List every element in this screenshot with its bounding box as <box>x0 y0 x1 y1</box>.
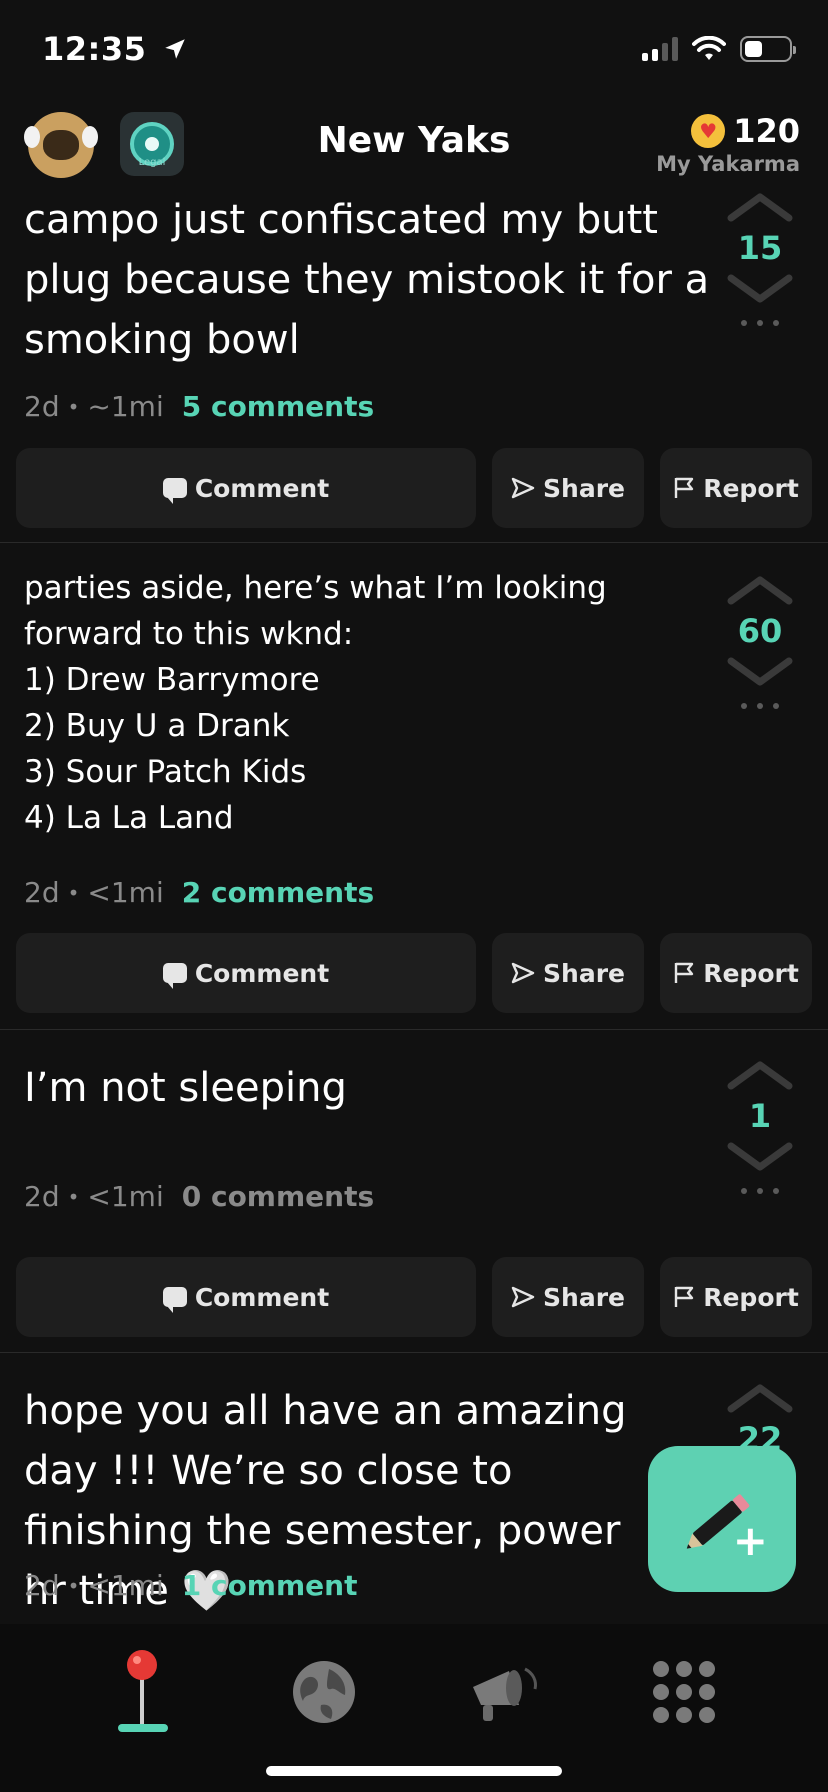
home-indicator <box>266 1766 562 1776</box>
comments-link[interactable]: 2 comments <box>182 876 374 909</box>
comment-button[interactable]: Comment <box>16 933 476 1013</box>
share-label: Share <box>543 473 625 503</box>
downvote-icon[interactable] <box>727 657 793 687</box>
report-label: Report <box>703 958 799 988</box>
report-flag-icon <box>675 477 694 498</box>
post[interactable]: I’m not sleeping 1 2d • <1mi 0 comments … <box>0 1030 828 1353</box>
vote-count: 60 <box>737 612 783 650</box>
share-label: Share <box>543 1282 625 1312</box>
header: Legal New Yaks ♥ 120 My Yakarma <box>0 100 828 190</box>
post-age: 2d <box>24 876 60 909</box>
post-text: parties aside, here’s what I’m looking f… <box>24 570 607 836</box>
share-icon <box>511 1286 535 1308</box>
nav-active-indicator <box>118 1724 168 1732</box>
plus-icon: + <box>732 1516 768 1565</box>
feed: campo just confiscated my butt plug beca… <box>0 190 828 1623</box>
comment-icon <box>162 478 187 504</box>
comment-label: Comment <box>194 1282 330 1312</box>
nav-announcements[interactable] <box>454 1642 554 1742</box>
share-button[interactable]: Share <box>492 448 644 528</box>
meta-separator: • <box>67 1184 80 1209</box>
screen: 12:35 Legal New Yaks ♥ 120 My Yakarma ca… <box>0 0 828 1792</box>
report-flag-icon <box>675 962 694 983</box>
post-meta: 2d • <1mi 1 comment <box>24 1569 357 1602</box>
post-actions: Comment Share Report <box>16 933 812 1013</box>
report-label: Report <box>703 473 799 503</box>
meta-separator: • <box>67 394 80 419</box>
comments-link[interactable]: 1 comment <box>182 1569 358 1602</box>
status-bar: 12:35 <box>0 0 828 100</box>
comment-icon <box>162 963 187 989</box>
upvote-icon[interactable] <box>727 575 793 605</box>
report-button[interactable]: Report <box>660 1257 812 1337</box>
share-icon <box>511 962 535 984</box>
post-meta: 2d • <1mi 2 comments <box>24 876 374 909</box>
vote-count: 1 <box>748 1097 772 1135</box>
post-text: I’m not sleeping <box>24 1065 347 1111</box>
upvote-icon[interactable] <box>727 1383 793 1413</box>
post-age: 2d <box>24 1569 60 1602</box>
report-flag-icon <box>675 1286 694 1307</box>
share-label: Share <box>543 958 625 988</box>
globe-icon <box>293 1661 355 1723</box>
yakarma-label: My Yakarma <box>656 152 800 176</box>
share-button[interactable]: Share <box>492 933 644 1013</box>
comment-button[interactable]: Comment <box>16 1257 476 1337</box>
vote-control: 1 <box>714 1060 806 1194</box>
comment-icon <box>162 1287 187 1313</box>
post-text: campo just confiscated my butt plug beca… <box>24 197 710 363</box>
grid-icon <box>653 1661 715 1723</box>
vote-control: 15 <box>714 192 806 326</box>
comment-label: Comment <box>194 958 330 988</box>
downvote-icon[interactable] <box>727 274 793 304</box>
more-icon[interactable] <box>714 703 806 709</box>
post-actions: Comment Share Report <box>16 448 812 528</box>
more-icon[interactable] <box>714 1188 806 1194</box>
comment-label: Comment <box>194 473 330 503</box>
bottom-nav <box>0 1624 828 1792</box>
post-age: 2d <box>24 1180 60 1213</box>
post[interactable]: campo just confiscated my butt plug beca… <box>0 190 828 543</box>
meta-separator: • <box>67 880 80 905</box>
status-time: 12:35 <box>42 30 188 68</box>
yakarma[interactable]: ♥ 120 My Yakarma <box>656 112 800 176</box>
comments-link[interactable]: 0 comments <box>182 1180 374 1213</box>
comment-button[interactable]: Comment <box>16 448 476 528</box>
nav-more[interactable] <box>634 1642 734 1742</box>
post-meta: 2d • <1mi 0 comments <box>24 1180 374 1213</box>
post-distance: <1mi <box>87 876 164 909</box>
wifi-icon <box>692 36 726 60</box>
comments-link[interactable]: 5 comments <box>182 390 374 423</box>
meta-separator: • <box>67 1573 80 1598</box>
report-label: Report <box>703 1282 799 1312</box>
more-icon[interactable] <box>714 320 806 326</box>
report-button[interactable]: Report <box>660 933 812 1013</box>
post-distance: ~1mi <box>87 390 164 423</box>
status-icons <box>642 36 796 62</box>
new-yak-button[interactable]: + <box>648 1446 796 1592</box>
share-button[interactable]: Share <box>492 1257 644 1337</box>
post-actions: Comment Share Report <box>16 1257 812 1337</box>
share-icon <box>511 477 535 499</box>
post-meta: 2d • ~1mi 5 comments <box>24 390 374 423</box>
vote-count: 15 <box>737 229 783 267</box>
post-distance: <1mi <box>87 1180 164 1213</box>
signal-icon <box>642 37 678 61</box>
post-distance: <1mi <box>87 1569 164 1602</box>
post[interactable]: parties aside, here’s what I’m looking f… <box>0 543 828 1030</box>
downvote-icon[interactable] <box>727 1142 793 1172</box>
heart-coin-icon: ♥ <box>691 114 726 148</box>
battery-icon <box>740 36 796 62</box>
report-button[interactable]: Report <box>660 448 812 528</box>
location-arrow-icon <box>165 39 185 59</box>
vote-control: 60 <box>714 575 806 709</box>
upvote-icon[interactable] <box>727 192 793 222</box>
time-text: 12:35 <box>42 30 147 68</box>
post-age: 2d <box>24 390 60 423</box>
megaphone-icon <box>473 1667 537 1721</box>
nav-explore[interactable] <box>274 1642 374 1742</box>
upvote-icon[interactable] <box>727 1060 793 1090</box>
yakarma-count: 120 <box>733 112 800 150</box>
